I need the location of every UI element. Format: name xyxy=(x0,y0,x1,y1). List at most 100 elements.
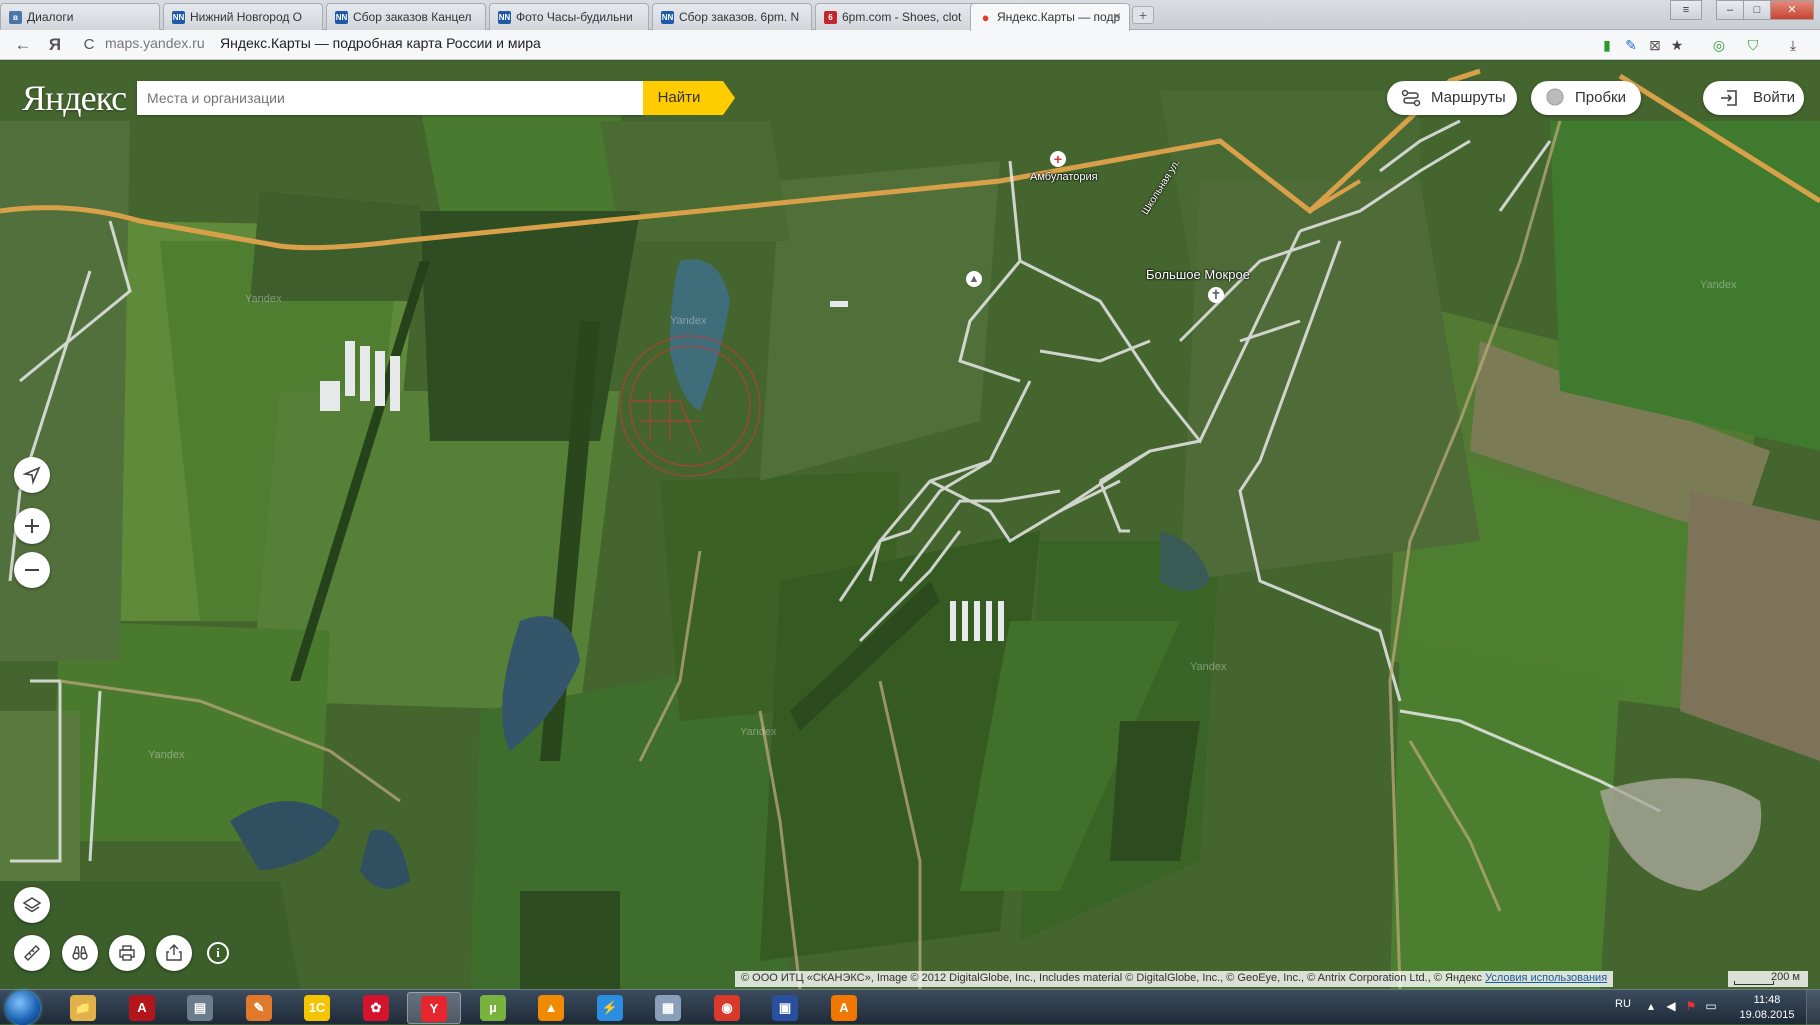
show-desktop-button[interactable] xyxy=(1806,990,1820,1025)
tab-label: Сбор заказов. 6pm. N xyxy=(679,10,800,24)
taskbar-huawei-button[interactable]: ✿ xyxy=(349,992,403,1024)
satellite-map[interactable]: + Амбулатория ✝ ▲ Большое Мокрое Школьна… xyxy=(0,61,1820,989)
zoom-in-button[interactable] xyxy=(14,508,50,544)
nn-site-icon: NN xyxy=(172,11,185,24)
clock-date: 19.08.2015 xyxy=(1739,1009,1795,1021)
block-icon[interactable]: ⊠ xyxy=(1646,36,1664,54)
address-bar: ← Я C maps.yandex.ru Яндекс.Карты — подр… xyxy=(0,30,1820,60)
browser-menu-button[interactable]: ≡ xyxy=(1670,0,1702,20)
tab-photo-clocks[interactable]: NN Фото Часы-будильни xyxy=(489,3,649,30)
nn-site-icon: NN xyxy=(335,11,348,24)
tab-yandex-maps[interactable]: ● Яндекс.Карты — подр × xyxy=(970,3,1130,31)
lock-icon[interactable]: ▮ xyxy=(1598,36,1616,54)
shield-icon[interactable]: ⛉ xyxy=(1744,36,1762,54)
network-icon[interactable]: ▭ xyxy=(1704,999,1718,1013)
route-icon xyxy=(1401,89,1421,107)
pen-icon[interactable]: ✎ xyxy=(1622,36,1640,54)
avast-icon: A xyxy=(831,995,857,1021)
map-pin-icon: ● xyxy=(981,10,990,25)
6pm-icon: 6 xyxy=(824,11,837,24)
taskbar-explorer-button[interactable]: 📁 xyxy=(56,992,110,1024)
share-button[interactable] xyxy=(156,935,192,971)
village-label[interactable]: Большое Мокрое xyxy=(1146,267,1250,282)
print-button[interactable] xyxy=(109,935,145,971)
yandex-watermark: Yandex xyxy=(1700,279,1737,291)
routes-button[interactable]: Маршруты xyxy=(1387,81,1517,115)
zoom-out-button[interactable] xyxy=(14,552,50,588)
taskbar-utorrent-button[interactable]: µ xyxy=(466,992,520,1024)
tab-nizhny-novgorod[interactable]: NN Нижний Новгород О xyxy=(163,3,323,30)
url-text[interactable]: maps.yandex.ru xyxy=(105,35,205,51)
close-tab-icon[interactable]: × xyxy=(1113,8,1121,24)
volume-icon[interactable]: ◀ xyxy=(1664,999,1678,1013)
yandex-watermark: Yandex xyxy=(670,315,707,327)
search-input[interactable] xyxy=(137,81,643,115)
reload-button[interactable]: C xyxy=(78,35,100,55)
find-button[interactable]: Найти xyxy=(643,81,735,115)
satellite-imagery xyxy=(0,61,1820,989)
tab-orders-6pm[interactable]: NN Сбор заказов. 6pm. N xyxy=(652,3,812,30)
tab-label: Фото Часы-будильни xyxy=(516,10,633,24)
maximize-button[interactable]: □ xyxy=(1743,0,1771,20)
layers-icon xyxy=(22,897,42,913)
share-icon xyxy=(166,944,182,961)
scale-line xyxy=(1734,981,1774,985)
minimize-button[interactable]: – xyxy=(1716,0,1744,20)
tray-expand-icon[interactable]: ▴ xyxy=(1644,999,1658,1013)
yandex-home-button[interactable]: Я xyxy=(44,35,66,55)
taskbar-vlc-button[interactable]: ▲ xyxy=(524,992,578,1024)
minus-icon xyxy=(25,569,39,571)
traffic-icon xyxy=(1546,88,1564,106)
poi-marker-icon[interactable]: ▲ xyxy=(966,271,982,287)
geolocation-button[interactable] xyxy=(14,457,50,493)
language-indicator[interactable]: RU xyxy=(1615,998,1631,1010)
flag-icon[interactable]: ⚑ xyxy=(1684,999,1698,1013)
ruler-button[interactable] xyxy=(14,935,50,971)
church-marker-icon[interactable]: ✝ xyxy=(1208,287,1224,303)
taskbar-scanner-button[interactable]: ▤ xyxy=(173,992,227,1024)
tab-label: Сбор заказов Канцел xyxy=(353,10,472,24)
star-icon[interactable]: ★ xyxy=(1668,36,1686,54)
terms-link[interactable]: Условия использования xyxy=(1485,972,1607,984)
taskbar-calculator-button[interactable]: ▦ xyxy=(641,992,695,1024)
windows-taskbar: 📁 A ▤ ✎ 1С ✿ Yµ ▲ ⚡ ▦ ◉ ▣ A RU ▴ ◀ ⚑ ▭ 11:48 19.08.2… xyxy=(0,989,1820,1025)
tab-label: 6pm.com - Shoes, clot xyxy=(842,10,962,24)
binoculars-icon xyxy=(72,946,88,960)
scale-label: 200 м xyxy=(1771,971,1800,983)
info-icon[interactable]: i xyxy=(207,942,229,964)
floppy-icon: ▣ xyxy=(772,995,798,1021)
taskbar-avast-button[interactable]: A xyxy=(817,992,871,1024)
taskbar-lightning-button[interactable]: ⚡ xyxy=(583,992,637,1024)
login-label: Войти xyxy=(1753,89,1795,106)
browser-tab-strip: в Диалоги NN Нижний Новгород О NN Сбор з… xyxy=(0,0,1820,31)
taskbar-yandex-browser-button[interactable]: Y xyxy=(407,992,461,1024)
taskbar-acrobat-button[interactable]: A xyxy=(115,992,169,1024)
scale-bar: 200 м xyxy=(1728,971,1808,987)
tab-dialogs[interactable]: в Диалоги xyxy=(0,3,160,30)
layers-button[interactable] xyxy=(14,887,50,923)
clock[interactable]: 11:48 19.08.2015 xyxy=(1732,993,1802,1023)
traffic-button[interactable]: Пробки xyxy=(1531,81,1641,115)
new-tab-button[interactable]: + xyxy=(1132,6,1154,24)
acrobat-icon: A xyxy=(129,995,155,1021)
ambulatory-label[interactable]: Амбулатория xyxy=(1030,171,1098,183)
close-window-button[interactable]: ✕ xyxy=(1770,0,1814,20)
yandex-watermark: Yandex xyxy=(1190,661,1227,673)
tab-orders-office[interactable]: NN Сбор заказов Канцел xyxy=(326,3,486,30)
login-button[interactable]: Войти xyxy=(1703,81,1804,115)
back-button[interactable]: ← xyxy=(12,35,34,55)
page-title[interactable]: Яндекс.Карты — подробная карта России и … xyxy=(220,35,541,51)
download-icon[interactable]: ⤓ xyxy=(1784,36,1802,54)
panorama-button[interactable] xyxy=(62,935,98,971)
yandex-logo[interactable]: Яндекс xyxy=(22,77,127,119)
taskbar-floppy-button[interactable]: ▣ xyxy=(758,992,812,1024)
routes-label: Маршруты xyxy=(1431,89,1506,106)
tab-6pm[interactable]: 6 6pm.com - Shoes, clot xyxy=(815,3,975,30)
taskbar-1c-button[interactable]: 1С xyxy=(290,992,344,1024)
extension-icon[interactable]: ◎ xyxy=(1710,36,1728,54)
calculator-icon: ▦ xyxy=(655,995,681,1021)
start-button[interactable] xyxy=(6,991,40,1025)
taskbar-chrome-like-button[interactable]: ◉ xyxy=(700,992,754,1024)
ambulatory-marker-icon[interactable]: + xyxy=(1050,151,1066,167)
taskbar-paint-button[interactable]: ✎ xyxy=(232,992,286,1024)
